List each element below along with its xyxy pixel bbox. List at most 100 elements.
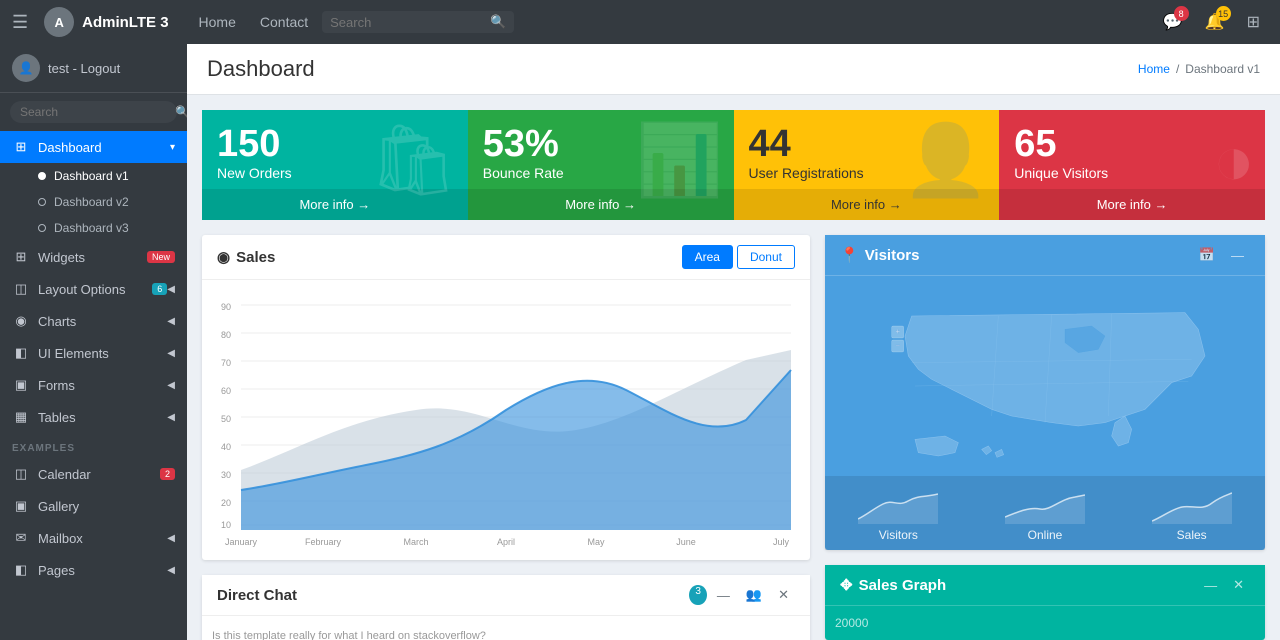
sidebar-item-gallery[interactable]: ▣ Gallery: [0, 490, 187, 522]
sidebar-item-ui[interactable]: ◧ UI Elements ◀: [0, 337, 187, 369]
sidebar-item-tables[interactable]: ▦ Tables ◀: [0, 401, 187, 433]
chat-collapse-btn[interactable]: —: [711, 585, 736, 605]
sales-chart-body: 90 80 70 60 50 40 30 20 10: [202, 280, 810, 560]
mini-chart-visitors: [833, 484, 964, 524]
sidebar-item-dashboard[interactable]: ⊞ Dashboard ▾: [0, 131, 187, 163]
sidebar-item-charts[interactable]: ◉ Charts ◀: [0, 305, 187, 337]
breadcrumb-home[interactable]: Home: [1138, 62, 1170, 76]
chevron-icon: ▾: [170, 142, 175, 153]
apps-icon[interactable]: ⊞: [1239, 8, 1268, 36]
visitors-card: 📍 Visitors 📅 —: [825, 235, 1265, 550]
sidebar-item-forms[interactable]: ▣ Forms ◀: [0, 369, 187, 401]
svg-text:January: January: [225, 537, 258, 547]
sidebar-item-label: Tables: [38, 410, 167, 425]
chat-close-btn[interactable]: ✕: [772, 585, 795, 605]
svg-text:60: 60: [221, 386, 231, 396]
sidebar-toggle[interactable]: ☰: [12, 12, 28, 33]
subitem-label: Dashboard v1: [54, 169, 129, 183]
svg-text:80: 80: [221, 330, 231, 340]
top-navbar: ☰ A AdminLTE 3 Home Contact 🔍 💬 8 🔔 15 ⊞: [0, 0, 1280, 44]
tables-icon: ▦: [12, 409, 30, 425]
bounce-icon: 📊: [636, 120, 723, 202]
sidebar-item-label: Mailbox: [38, 531, 167, 546]
sidebar-subitem-dashboard-v1[interactable]: Dashboard v1: [0, 163, 187, 189]
sidebar-item-layout[interactable]: ◫ Layout Options 6 ◀: [0, 273, 187, 305]
mini-chart-svg: [1005, 489, 1085, 524]
new-badge: New: [147, 251, 175, 263]
top-search-form: 🔍: [322, 11, 514, 33]
svg-text:June: June: [676, 537, 696, 547]
right-column: 📍 Visitors 📅 —: [825, 235, 1265, 640]
mini-chart-online: [980, 484, 1111, 524]
sales-chart-card: ◉ Sales Area Donut: [202, 235, 810, 560]
visitors-calendar-btn[interactable]: 📅: [1193, 245, 1221, 265]
visitors-minimize-btn[interactable]: —: [1225, 245, 1250, 265]
brand-name: AdminLTE 3: [82, 14, 168, 31]
sidebar-subitem-dashboard-v3[interactable]: Dashboard v3: [0, 215, 187, 241]
svg-text:50: 50: [221, 414, 231, 424]
left-column: ◉ Sales Area Donut: [202, 235, 810, 640]
subitem-label: Dashboard v2: [54, 195, 129, 209]
visitors-header: 📍 Visitors 📅 —: [825, 235, 1265, 276]
visitors-stat-visitors: Visitors: [825, 476, 972, 550]
sidebar-item-pages[interactable]: ◧ Pages ◀: [0, 554, 187, 586]
info-boxes: 150 New Orders 🛍 More info → 53% Bounce …: [202, 110, 1265, 220]
svg-text:February: February: [305, 537, 342, 547]
sidebar-item-mailbox[interactable]: ✉ Mailbox ◀: [0, 522, 187, 554]
svg-text:−: −: [895, 341, 900, 350]
content-header: Dashboard Home / Dashboard v1: [187, 44, 1280, 95]
brand-icon: A: [44, 7, 74, 37]
ui-icon: ◧: [12, 345, 30, 361]
pie-icon: ◉: [217, 248, 230, 266]
chat-count-badge: 3: [689, 585, 707, 605]
nav-links: Home Contact: [189, 8, 319, 36]
breadcrumb-current: Dashboard v1: [1185, 62, 1260, 76]
donut-button[interactable]: Donut: [737, 245, 795, 269]
content-body: 150 New Orders 🛍 More info → 53% Bounce …: [187, 95, 1280, 640]
sales-graph-value: 20000: [835, 616, 1255, 630]
orders-icon: 🛍: [369, 120, 458, 202]
mini-chart-svg: [1152, 489, 1232, 524]
main-content: Dashboard Home / Dashboard v1 150 New Or…: [187, 44, 1280, 640]
reg-icon: 👤: [902, 120, 989, 202]
nav-home[interactable]: Home: [189, 8, 246, 36]
svg-text:90: 90: [221, 302, 231, 312]
sidebar-subitem-dashboard-v2[interactable]: Dashboard v2: [0, 189, 187, 215]
sidebar-item-label: Charts: [38, 314, 167, 329]
info-box-orders: 150 New Orders 🛍 More info →: [202, 110, 468, 220]
breadcrumb: Home / Dashboard v1: [1138, 62, 1260, 76]
sidebar-item-calendar[interactable]: ◫ Calendar 2: [0, 458, 187, 490]
mini-chart-sales: [1126, 484, 1257, 524]
svg-text:July: July: [773, 537, 790, 547]
sales-chart-area: 90 80 70 60 50 40 30 20 10: [212, 290, 800, 550]
sales-graph-body: 20000: [825, 606, 1265, 640]
nav-contact[interactable]: Contact: [250, 8, 318, 36]
chart-buttons: Area Donut: [682, 245, 795, 269]
subitem-label: Dashboard v3: [54, 221, 129, 235]
svg-text:March: March: [403, 537, 428, 547]
top-search-button[interactable]: 🔍: [490, 14, 506, 30]
sidebar-item-widgets[interactable]: ⊞ Widgets New: [0, 241, 187, 273]
notifications-icon[interactable]: 🔔 15: [1197, 8, 1233, 36]
sub-dot-icon: [38, 224, 46, 232]
sales-minimize-btn[interactable]: —: [1198, 575, 1223, 595]
mini-chart-svg: [858, 489, 938, 524]
svg-text:30: 30: [221, 470, 231, 480]
sales-graph-card: ✥ Sales Graph — ✕ 20000: [825, 565, 1265, 640]
sidebar-nav: ⊞ Dashboard ▾ Dashboard v1 Dashboard v2 …: [0, 131, 187, 640]
info-box-visitors: 65 Unique Visitors ◑ More info →: [999, 110, 1265, 220]
top-search-input[interactable]: [330, 15, 490, 30]
area-button[interactable]: Area: [682, 245, 733, 269]
sales-close-btn[interactable]: ✕: [1227, 575, 1250, 595]
sidebar-search-input[interactable]: [20, 105, 175, 119]
two-column-layout: ◉ Sales Area Donut: [202, 235, 1265, 640]
chevron-icon: ◀: [167, 565, 175, 576]
visitors-footer: Visitors Online: [825, 476, 1265, 550]
messages-icon[interactable]: 💬 8: [1155, 8, 1191, 36]
chat-users-btn[interactable]: 👥: [740, 585, 768, 605]
gallery-icon: ▣: [12, 498, 30, 514]
brand: A AdminLTE 3: [44, 7, 168, 37]
sidebar-search-button[interactable]: 🔍: [175, 105, 187, 119]
messages-badge: 8: [1174, 6, 1189, 21]
sidebar-user: 👤 test - Logout: [0, 44, 187, 93]
